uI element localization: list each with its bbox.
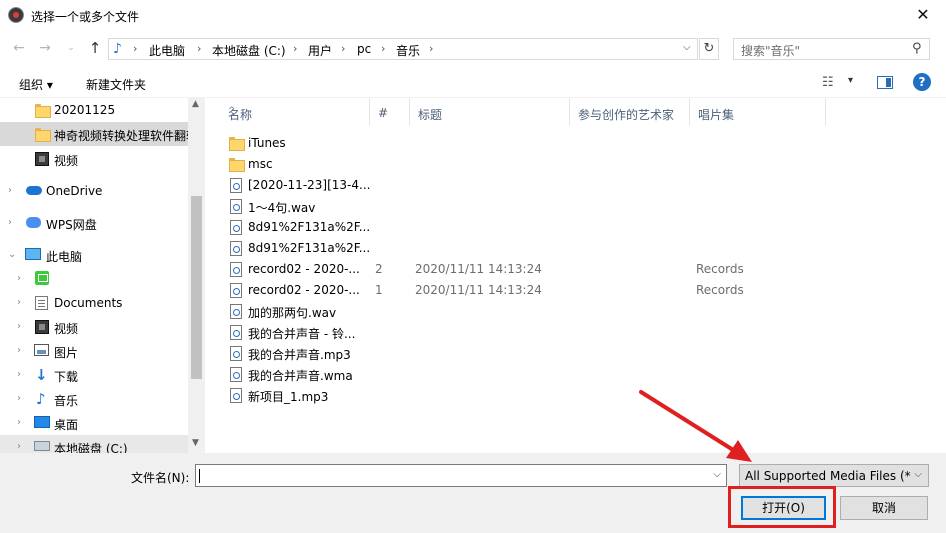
annotation-arrow-shaft (639, 390, 740, 455)
annotation-highlight-box (728, 486, 836, 528)
annotation-arrow-head (726, 440, 752, 462)
annotation-arrow (639, 390, 752, 462)
